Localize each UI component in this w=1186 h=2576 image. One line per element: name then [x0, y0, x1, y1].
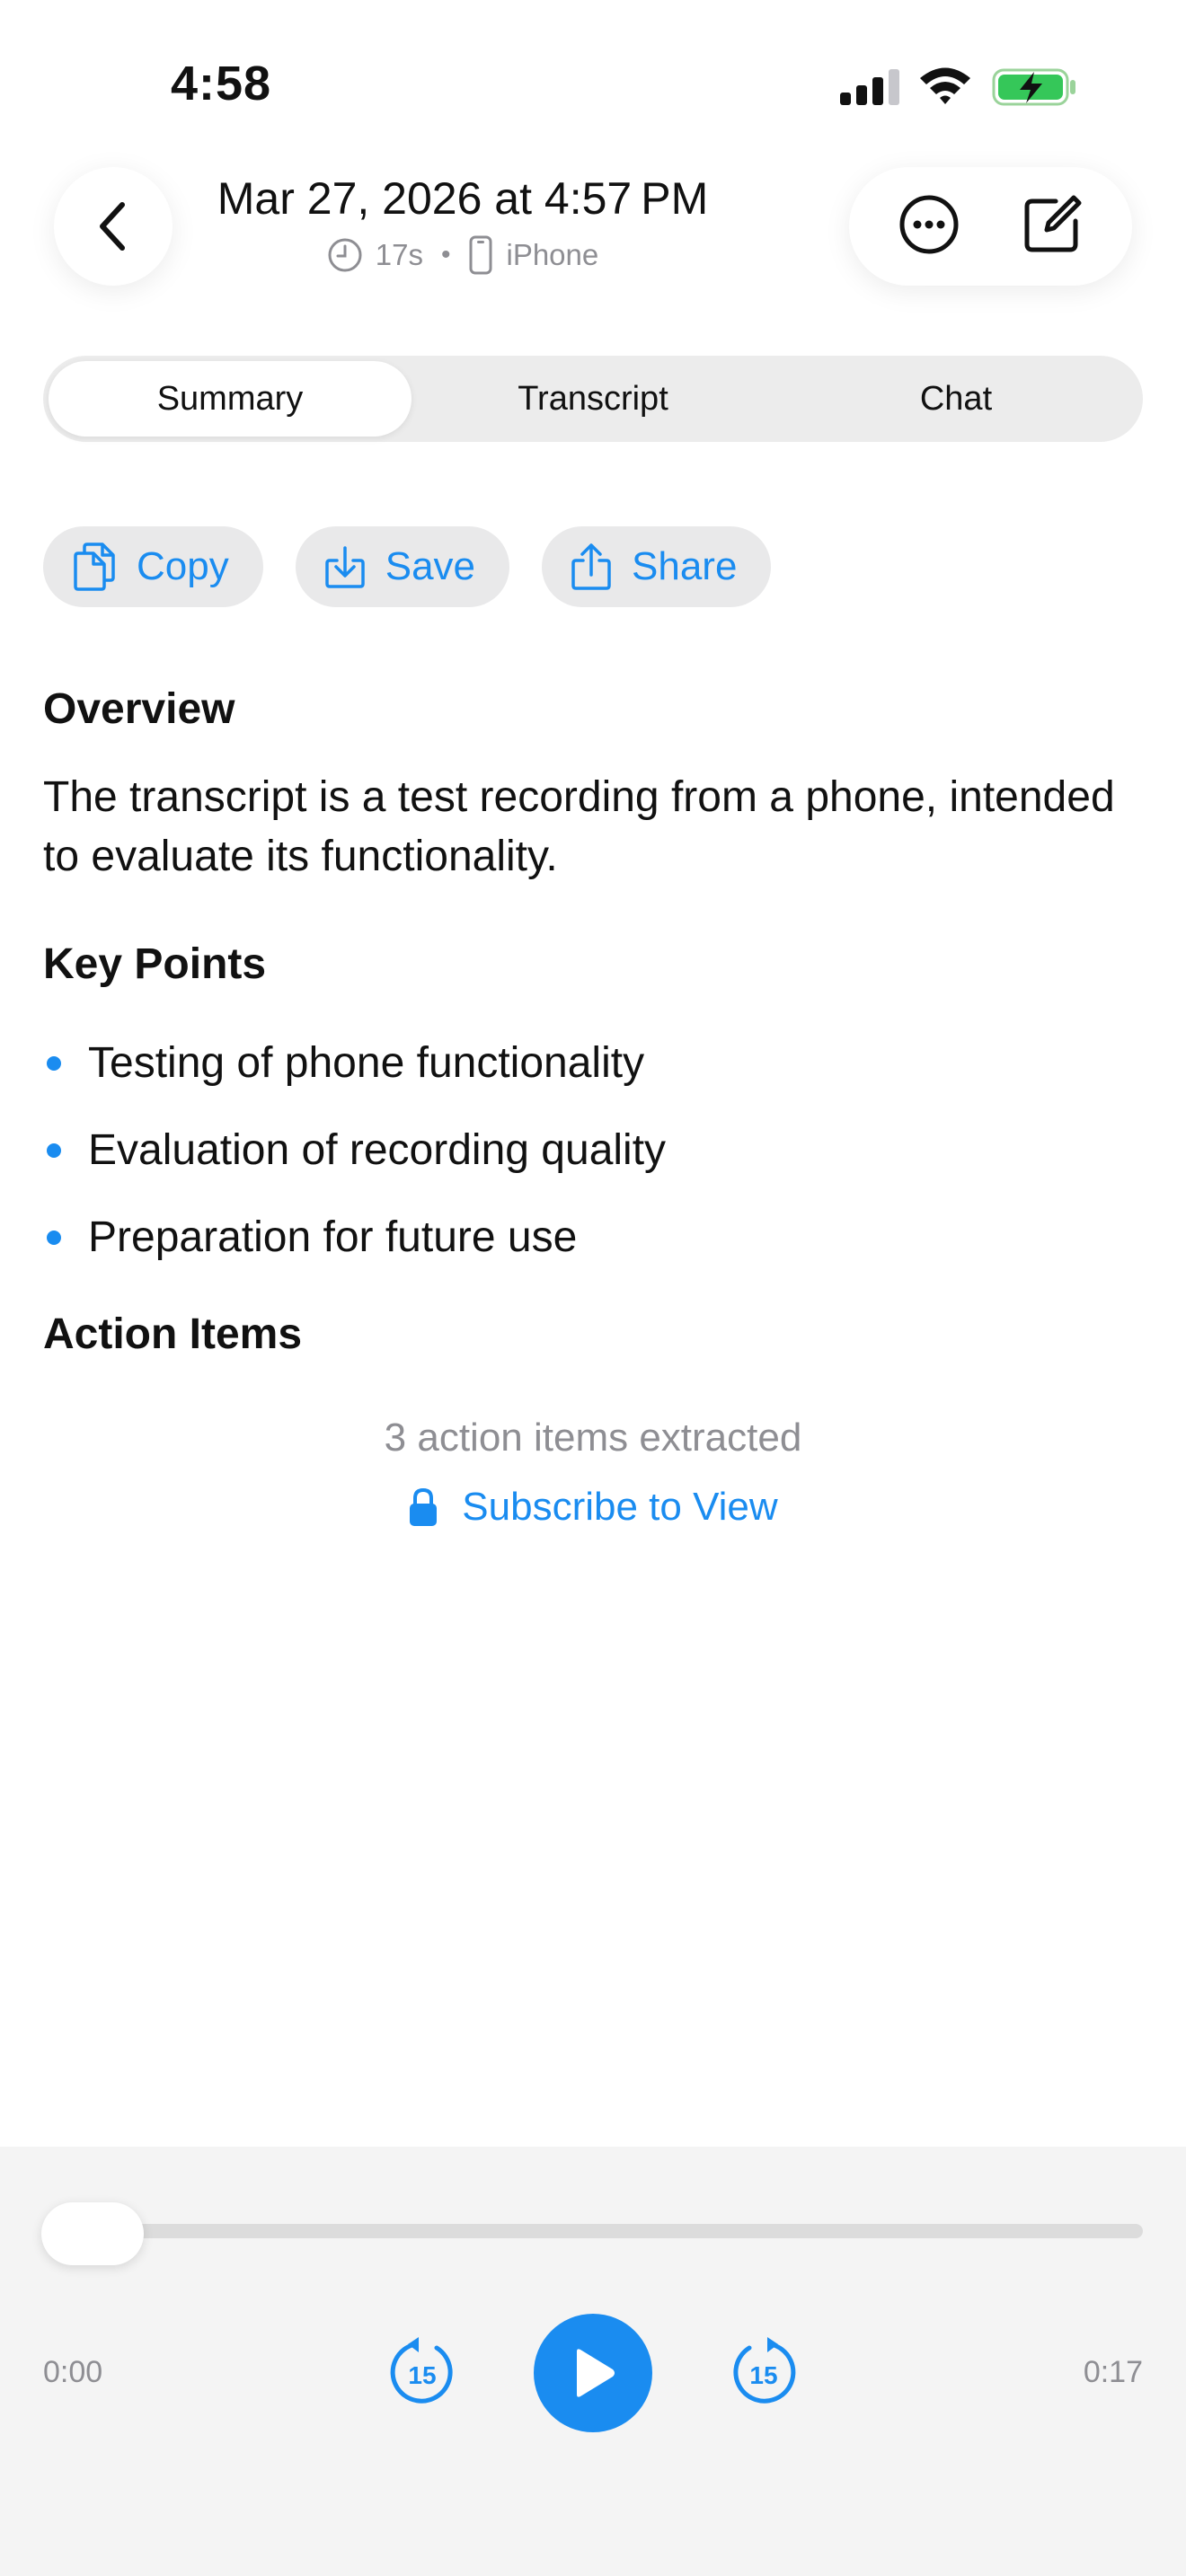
download-icon: [324, 546, 365, 588]
recording-duration: 17s: [375, 238, 423, 271]
audio-player: 0:00 0:17 15 15: [0, 2147, 1186, 2576]
summary-screen: 4:58 Mar 27, 2026 at 4:57 PM 17s • iPhon…: [0, 0, 1186, 2576]
share-icon: [571, 543, 611, 590]
action-items-count: 3 action items extracted: [384, 1416, 802, 1460]
key-points-list: Testing of phone functionality Evaluatio…: [43, 1019, 666, 1281]
play-icon: [577, 2349, 615, 2397]
play-button[interactable]: [534, 2314, 652, 2432]
subscribe-link[interactable]: Subscribe to View: [0, 1485, 1186, 1530]
playback-scrubber[interactable]: [43, 2224, 1143, 2238]
header-actions: [849, 167, 1132, 286]
bullet-icon: [47, 1230, 61, 1245]
view-tabs: Summary Transcript Chat: [43, 356, 1143, 442]
bullet-icon: [47, 1142, 61, 1158]
copy-button[interactable]: Copy: [43, 526, 263, 607]
current-time: 0:00: [43, 2355, 103, 2389]
iphone-icon: [469, 235, 492, 275]
cellular-signal-icon: [840, 67, 903, 105]
back-button[interactable]: [54, 167, 173, 286]
recording-device: iPhone: [506, 238, 599, 271]
skip-forward-label: 15: [749, 2361, 777, 2389]
summary-actions: Copy Save Share: [43, 526, 772, 607]
compose-icon: [1024, 195, 1082, 251]
list-item: Evaluation of recording quality: [43, 1107, 666, 1194]
tab-summary[interactable]: Summary: [49, 361, 412, 437]
chevron-left-icon: [100, 202, 125, 251]
clock-icon: [328, 238, 362, 272]
recording-title: Mar 27, 2026 at 4:57 PM: [217, 173, 709, 224]
share-label: Share: [632, 544, 738, 588]
key-point-text: Preparation for future use: [88, 1213, 578, 1261]
save-label: Save: [385, 544, 476, 588]
subscribe-label: Subscribe to View: [462, 1485, 778, 1529]
total-time: 0:17: [1083, 2355, 1143, 2389]
skip-forward-15-icon[interactable]: 15: [726, 2335, 801, 2411]
save-button[interactable]: Save: [295, 526, 510, 607]
recording-meta: 17s • iPhone: [180, 235, 746, 275]
tab-transcript[interactable]: Transcript: [412, 361, 774, 437]
meta-separator: •: [440, 240, 451, 269]
overview-text: The transcript is a test recording from …: [43, 773, 1115, 880]
copy-label: Copy: [137, 544, 229, 588]
key-point-text: Evaluation of recording quality: [88, 1126, 667, 1174]
status-bar: 4:58: [0, 0, 1186, 153]
wifi-icon: [920, 67, 970, 104]
list-item: Testing of phone functionality: [43, 1019, 666, 1107]
lock-icon: [410, 1487, 438, 1526]
key-points-heading: Key Points: [43, 940, 267, 988]
more-button[interactable]: [897, 192, 961, 261]
action-items-heading: Action Items: [43, 1310, 303, 1358]
copy-icon: [74, 543, 115, 591]
share-button[interactable]: Share: [542, 526, 772, 607]
bullet-icon: [47, 1055, 61, 1071]
scrubber-handle[interactable]: [41, 2202, 144, 2265]
overview-heading: Overview: [43, 685, 235, 733]
tab-chat[interactable]: Chat: [774, 361, 1137, 437]
ellipsis-circle-icon: [899, 195, 959, 253]
status-time: 4:58: [171, 57, 272, 110]
key-point-text: Testing of phone functionality: [88, 1039, 645, 1087]
skip-back-15-icon[interactable]: 15: [385, 2335, 460, 2411]
skip-back-label: 15: [408, 2361, 436, 2389]
list-item: Preparation for future use: [43, 1194, 666, 1281]
battery-charging-icon: [992, 68, 1075, 106]
edit-button[interactable]: [1020, 192, 1084, 261]
